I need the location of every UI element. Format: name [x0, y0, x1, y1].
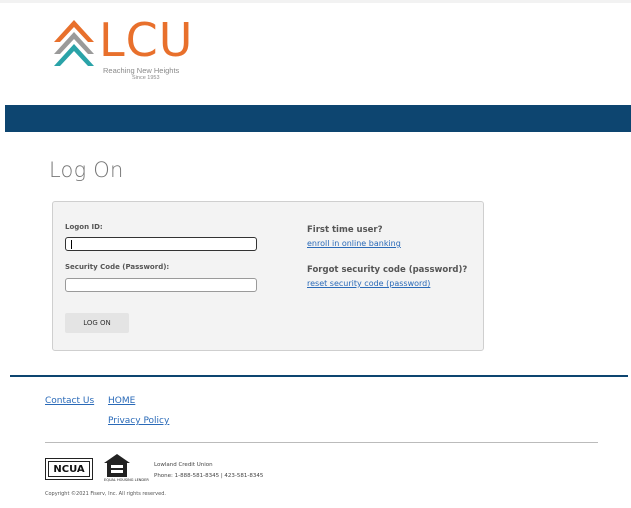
header-banner [5, 105, 631, 132]
enroll-link[interactable]: enroll in online banking [307, 239, 401, 248]
logon-id-label: Logon ID: [65, 223, 103, 231]
reset-password-link[interactable]: reset security code (password) [307, 279, 430, 288]
forgot-heading: Forgot security code (password)? [307, 265, 468, 275]
footer-separator [10, 375, 628, 377]
password-label: Security Code (Password): [65, 263, 170, 271]
copyright-text: Copyright ©2021 Fiserv, Inc. All rights … [45, 491, 166, 497]
home-link[interactable]: HOME [108, 396, 135, 406]
ncua-text: NCUA [48, 461, 90, 477]
lcu-logo[interactable]: LCU Reaching New Heights Since 1953 [52, 12, 222, 92]
chevron-logo-icon [54, 20, 94, 66]
page-title: Log On [49, 158, 124, 182]
logo-since: Since 1953 [132, 75, 160, 81]
footer-divider [45, 442, 598, 443]
credit-union-phone: Phone: 1-888-581-8345 | 423-581-8345 [154, 473, 264, 479]
password-input[interactable] [65, 278, 257, 292]
credit-union-name: Lowland Credit Union [154, 462, 213, 468]
equal-housing-label: EQUAL HOUSING LENDER [104, 478, 149, 482]
window-top-edge [0, 0, 631, 3]
logon-id-input[interactable] [65, 237, 257, 251]
contact-us-link[interactable]: Contact Us [45, 396, 94, 406]
log-on-button[interactable]: LOG ON [65, 313, 129, 333]
logo-wordmark: LCU [99, 13, 194, 67]
ncua-logo: NCUA [45, 458, 93, 480]
text-caret [71, 240, 72, 249]
first-time-heading: First time user? [307, 225, 383, 235]
logo-tagline: Reaching New Heights [103, 66, 180, 75]
logon-panel: Logon ID: Security Code (Password): LOG … [52, 201, 484, 351]
privacy-policy-link[interactable]: Privacy Policy [108, 416, 169, 426]
